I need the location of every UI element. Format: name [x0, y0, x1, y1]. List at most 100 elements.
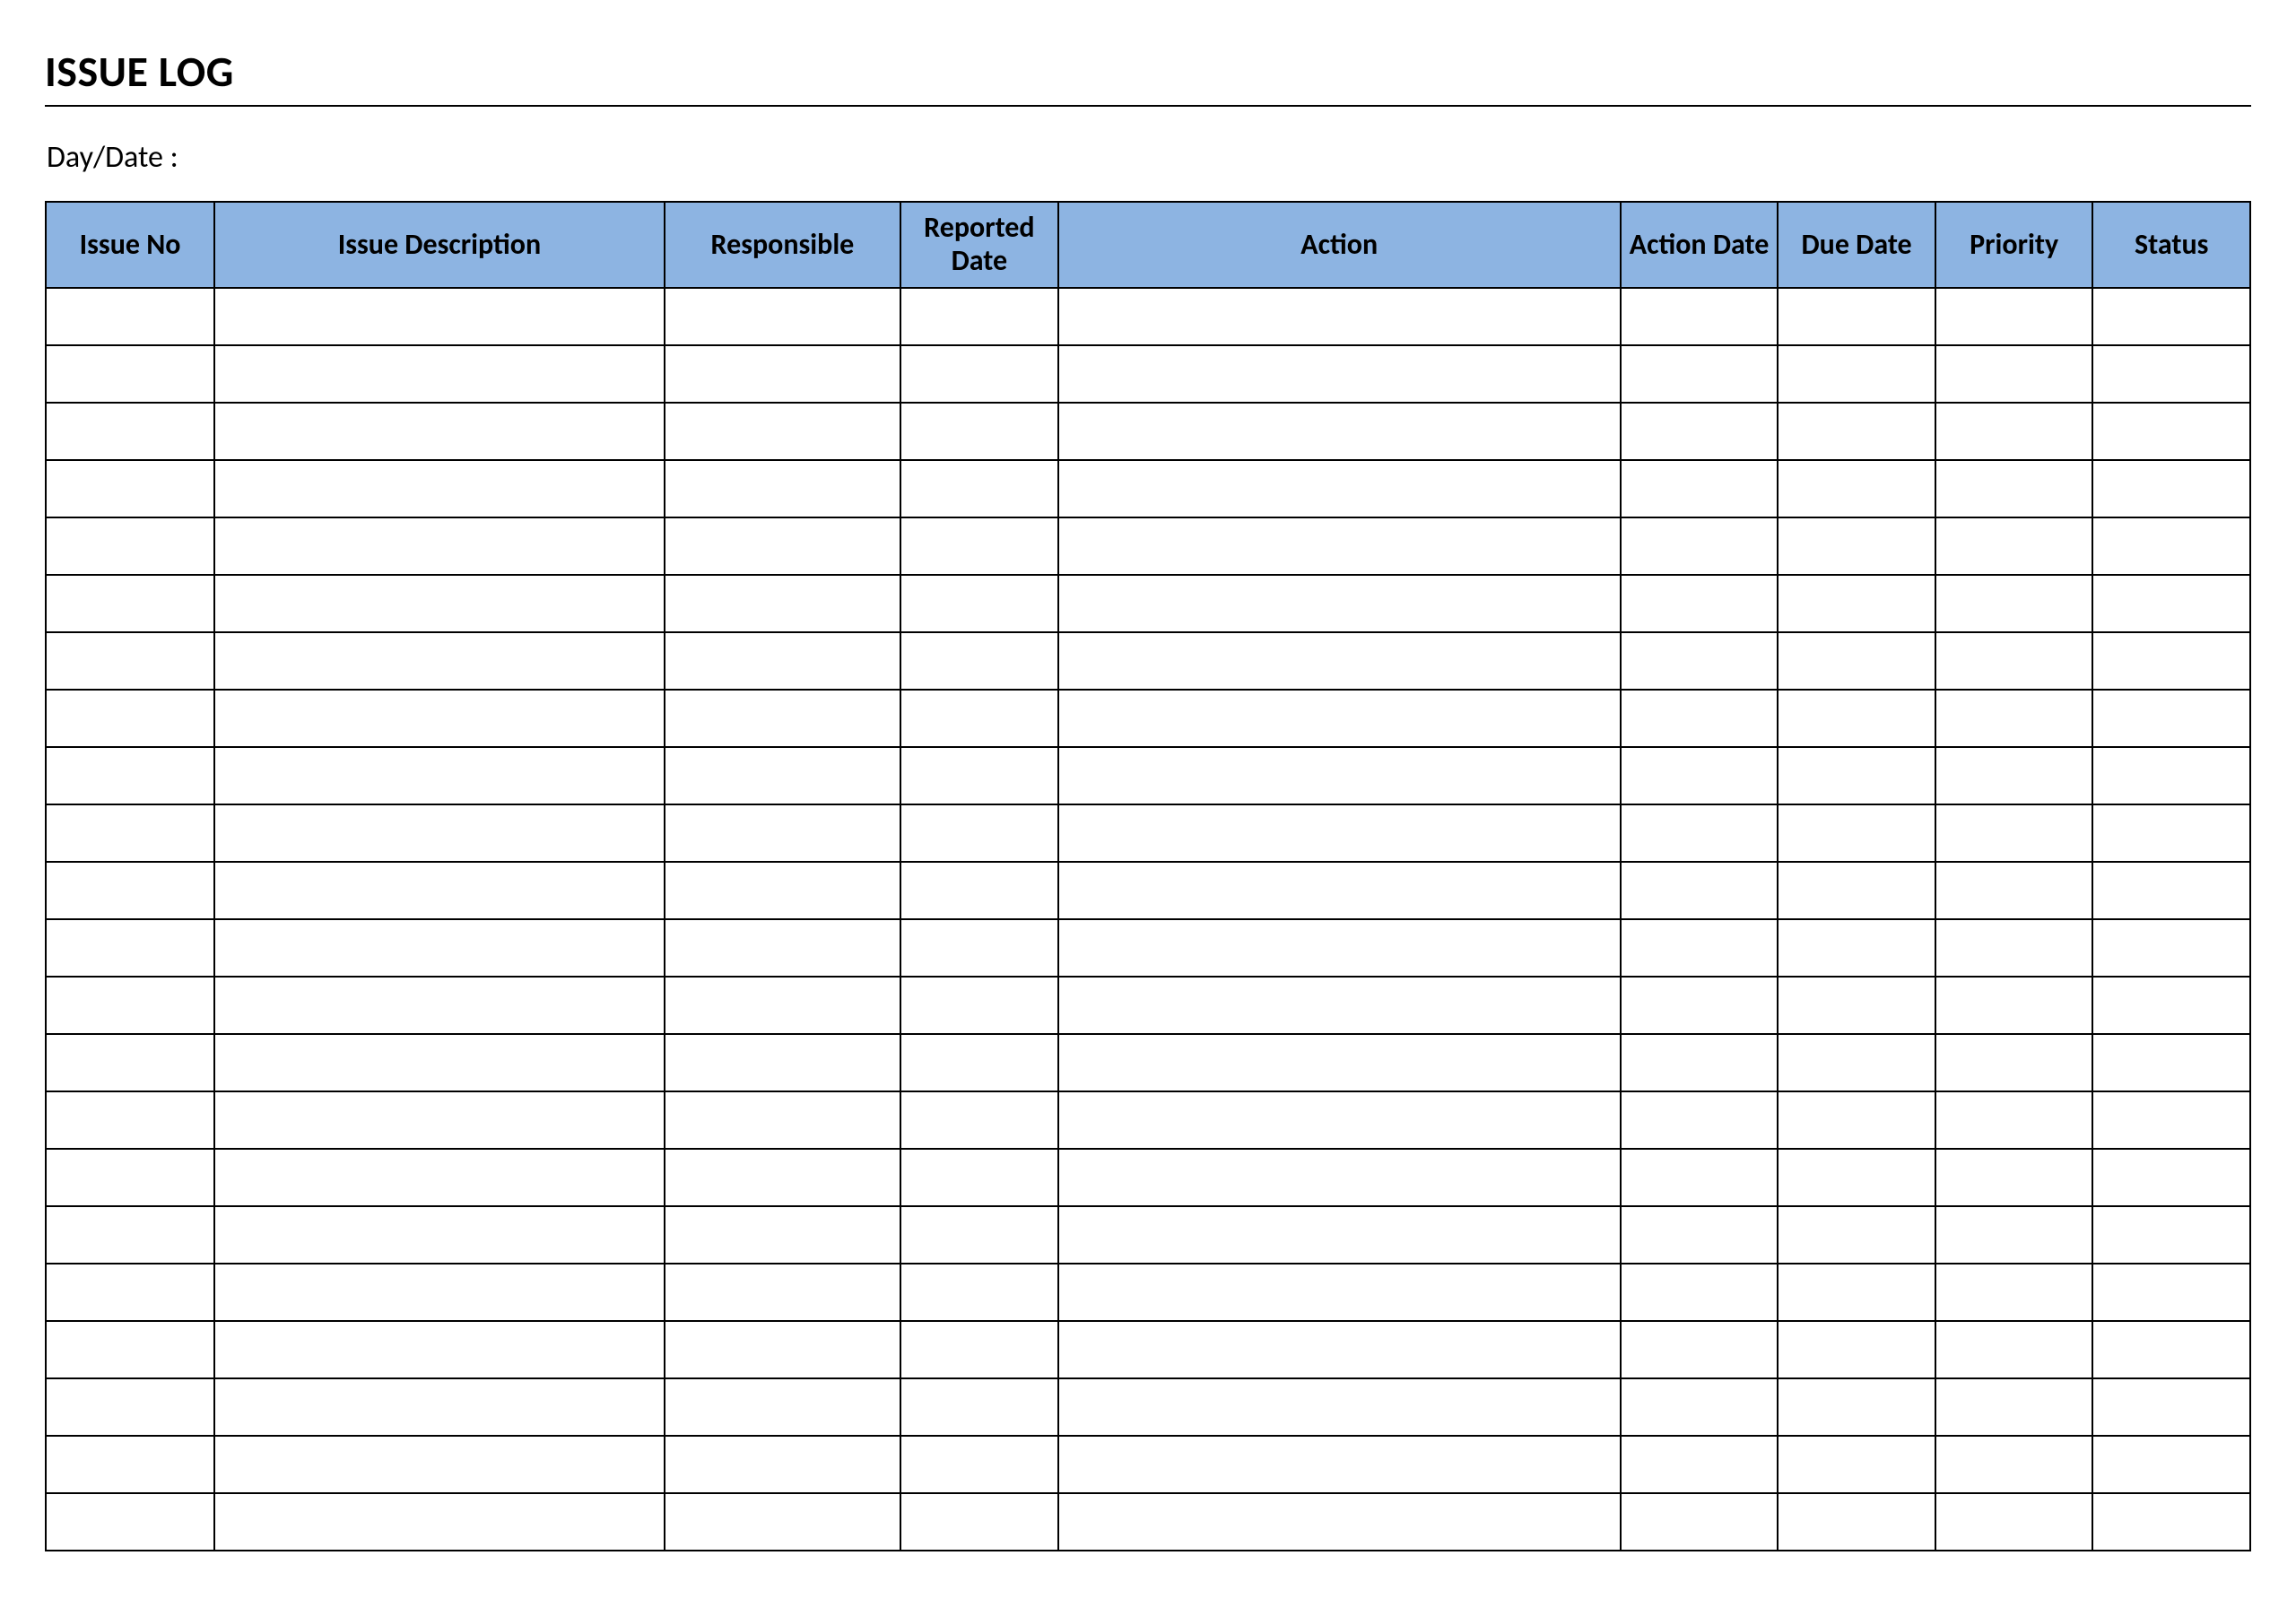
- table-cell[interactable]: [46, 804, 214, 862]
- table-cell[interactable]: [214, 1378, 665, 1436]
- table-cell[interactable]: [1935, 403, 2093, 460]
- table-cell[interactable]: [665, 1149, 900, 1206]
- table-cell[interactable]: [2092, 517, 2250, 575]
- table-cell[interactable]: [2092, 1264, 2250, 1321]
- table-cell[interactable]: [2092, 403, 2250, 460]
- table-cell[interactable]: [1621, 1206, 1779, 1264]
- table-cell[interactable]: [2092, 1493, 2250, 1551]
- table-cell[interactable]: [900, 575, 1058, 632]
- table-cell[interactable]: [665, 403, 900, 460]
- table-cell[interactable]: [46, 1091, 214, 1149]
- table-cell[interactable]: [46, 1149, 214, 1206]
- table-cell[interactable]: [46, 403, 214, 460]
- table-cell[interactable]: [1058, 1149, 1621, 1206]
- table-cell[interactable]: [1935, 1493, 2093, 1551]
- table-cell[interactable]: [1778, 1149, 1935, 1206]
- table-cell[interactable]: [214, 1034, 665, 1091]
- table-cell[interactable]: [1935, 1034, 2093, 1091]
- table-cell[interactable]: [1058, 1493, 1621, 1551]
- table-cell[interactable]: [1935, 690, 2093, 747]
- table-cell[interactable]: [1058, 632, 1621, 690]
- table-cell[interactable]: [2092, 919, 2250, 977]
- table-cell[interactable]: [665, 460, 900, 517]
- table-cell[interactable]: [1778, 747, 1935, 804]
- table-cell[interactable]: [1778, 345, 1935, 403]
- table-cell[interactable]: [2092, 804, 2250, 862]
- table-cell[interactable]: [46, 1321, 214, 1378]
- table-cell[interactable]: [214, 919, 665, 977]
- table-cell[interactable]: [900, 288, 1058, 345]
- table-cell[interactable]: [2092, 288, 2250, 345]
- table-cell[interactable]: [2092, 1321, 2250, 1378]
- table-cell[interactable]: [665, 977, 900, 1034]
- table-cell[interactable]: [1058, 403, 1621, 460]
- table-cell[interactable]: [46, 747, 214, 804]
- table-cell[interactable]: [2092, 460, 2250, 517]
- table-cell[interactable]: [900, 403, 1058, 460]
- table-cell[interactable]: [1058, 1091, 1621, 1149]
- table-cell[interactable]: [665, 1091, 900, 1149]
- table-cell[interactable]: [1778, 632, 1935, 690]
- table-cell[interactable]: [1621, 804, 1779, 862]
- table-cell[interactable]: [1935, 460, 2093, 517]
- table-cell[interactable]: [214, 288, 665, 345]
- table-cell[interactable]: [900, 977, 1058, 1034]
- table-cell[interactable]: [1935, 1264, 2093, 1321]
- table-cell[interactable]: [2092, 1034, 2250, 1091]
- table-cell[interactable]: [1778, 1206, 1935, 1264]
- table-cell[interactable]: [900, 1493, 1058, 1551]
- table-cell[interactable]: [46, 517, 214, 575]
- table-cell[interactable]: [1935, 919, 2093, 977]
- table-cell[interactable]: [900, 804, 1058, 862]
- table-cell[interactable]: [900, 1378, 1058, 1436]
- table-cell[interactable]: [46, 919, 214, 977]
- table-cell[interactable]: [1058, 862, 1621, 919]
- table-cell[interactable]: [46, 862, 214, 919]
- table-cell[interactable]: [900, 517, 1058, 575]
- table-cell[interactable]: [665, 1378, 900, 1436]
- table-cell[interactable]: [1621, 1321, 1779, 1378]
- table-cell[interactable]: [900, 862, 1058, 919]
- table-cell[interactable]: [214, 1321, 665, 1378]
- table-cell[interactable]: [900, 1149, 1058, 1206]
- table-cell[interactable]: [46, 690, 214, 747]
- table-cell[interactable]: [665, 1264, 900, 1321]
- table-cell[interactable]: [2092, 747, 2250, 804]
- table-cell[interactable]: [1058, 919, 1621, 977]
- table-cell[interactable]: [1935, 575, 2093, 632]
- table-cell[interactable]: [214, 460, 665, 517]
- table-cell[interactable]: [665, 575, 900, 632]
- table-cell[interactable]: [214, 403, 665, 460]
- table-cell[interactable]: [665, 1493, 900, 1551]
- table-cell[interactable]: [214, 1091, 665, 1149]
- table-cell[interactable]: [900, 632, 1058, 690]
- table-cell[interactable]: [1621, 345, 1779, 403]
- table-cell[interactable]: [214, 862, 665, 919]
- table-cell[interactable]: [1058, 288, 1621, 345]
- table-cell[interactable]: [1058, 345, 1621, 403]
- table-cell[interactable]: [1058, 1034, 1621, 1091]
- table-cell[interactable]: [900, 1264, 1058, 1321]
- table-cell[interactable]: [1621, 1149, 1779, 1206]
- table-cell[interactable]: [1621, 288, 1779, 345]
- table-cell[interactable]: [46, 288, 214, 345]
- table-cell[interactable]: [1935, 1206, 2093, 1264]
- table-cell[interactable]: [665, 919, 900, 977]
- table-cell[interactable]: [1621, 1436, 1779, 1493]
- table-cell[interactable]: [1621, 862, 1779, 919]
- table-cell[interactable]: [1058, 1436, 1621, 1493]
- table-cell[interactable]: [1778, 575, 1935, 632]
- table-cell[interactable]: [1778, 517, 1935, 575]
- table-cell[interactable]: [46, 977, 214, 1034]
- table-cell[interactable]: [665, 862, 900, 919]
- table-cell[interactable]: [900, 1091, 1058, 1149]
- table-cell[interactable]: [1621, 403, 1779, 460]
- table-cell[interactable]: [46, 632, 214, 690]
- table-cell[interactable]: [1935, 288, 2093, 345]
- table-cell[interactable]: [1058, 1321, 1621, 1378]
- table-cell[interactable]: [900, 919, 1058, 977]
- table-cell[interactable]: [1058, 460, 1621, 517]
- table-cell[interactable]: [1935, 804, 2093, 862]
- table-cell[interactable]: [214, 345, 665, 403]
- table-cell[interactable]: [46, 575, 214, 632]
